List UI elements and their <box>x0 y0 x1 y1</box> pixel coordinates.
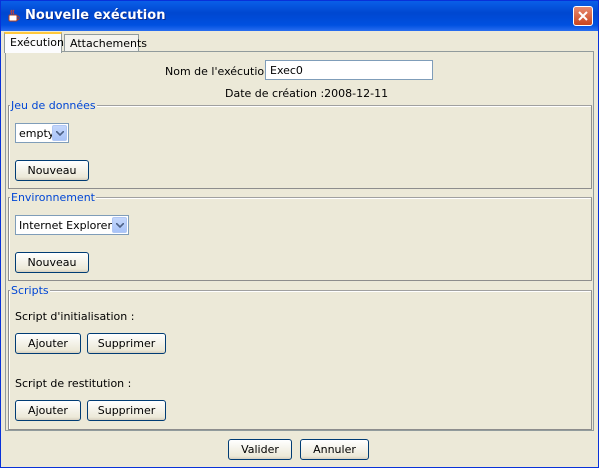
restore-script-label: Script de restitution : <box>15 377 132 390</box>
dataset-new-button[interactable]: Nouveau <box>15 160 89 181</box>
validate-button[interactable]: Valider <box>228 439 292 460</box>
tab-execution[interactable]: Exécution <box>4 32 64 53</box>
scripts-group: Scripts Script d'initialisation : Ajoute… <box>8 284 592 430</box>
init-script-add-button[interactable]: Ajouter <box>15 333 81 354</box>
dialog-window: Nouvelle exécution Exécution Attachement… <box>0 0 599 468</box>
environment-select[interactable]: Internet Explorer 6 <box>15 215 129 235</box>
dataset-legend: Jeu de données <box>10 99 97 112</box>
creation-date-value: 2008-12-11 <box>324 87 389 100</box>
environment-legend: Environnement <box>10 191 96 204</box>
restore-script-add-button[interactable]: Ajouter <box>15 400 81 421</box>
close-icon <box>578 11 588 21</box>
restore-script-remove-button[interactable]: Supprimer <box>87 400 166 421</box>
execution-name-input[interactable] <box>265 60 433 80</box>
window-title: Nouvelle exécution <box>25 8 166 23</box>
java-cup-icon <box>7 9 21 23</box>
title-bar[interactable]: Nouvelle exécution <box>1 1 598 31</box>
chevron-down-icon[interactable] <box>52 125 67 141</box>
creation-date-label: Date de création :2008-12-11 <box>225 87 389 100</box>
execution-name-label: Nom de l'exécution : <box>165 65 279 78</box>
init-script-label: Script d'initialisation : <box>15 310 135 323</box>
tab-attachements[interactable]: Attachements <box>64 34 147 52</box>
dataset-group: Jeu de données empty Nouveau <box>8 99 592 189</box>
dataset-select-value: empty <box>19 127 55 140</box>
tab-panel-execution: Nom de l'exécution : Date de création :2… <box>5 51 594 431</box>
chevron-down-icon[interactable] <box>112 217 127 233</box>
environment-select-value: Internet Explorer 6 <box>19 219 123 232</box>
dataset-select[interactable]: empty <box>15 123 69 143</box>
close-button[interactable] <box>573 6 593 26</box>
init-script-remove-button[interactable]: Supprimer <box>87 333 166 354</box>
environment-group: Environnement Internet Explorer 6 Nouvea… <box>8 191 592 281</box>
environment-new-button[interactable]: Nouveau <box>15 252 89 273</box>
cancel-button[interactable]: Annuler <box>300 439 369 460</box>
scripts-legend: Scripts <box>10 284 50 297</box>
